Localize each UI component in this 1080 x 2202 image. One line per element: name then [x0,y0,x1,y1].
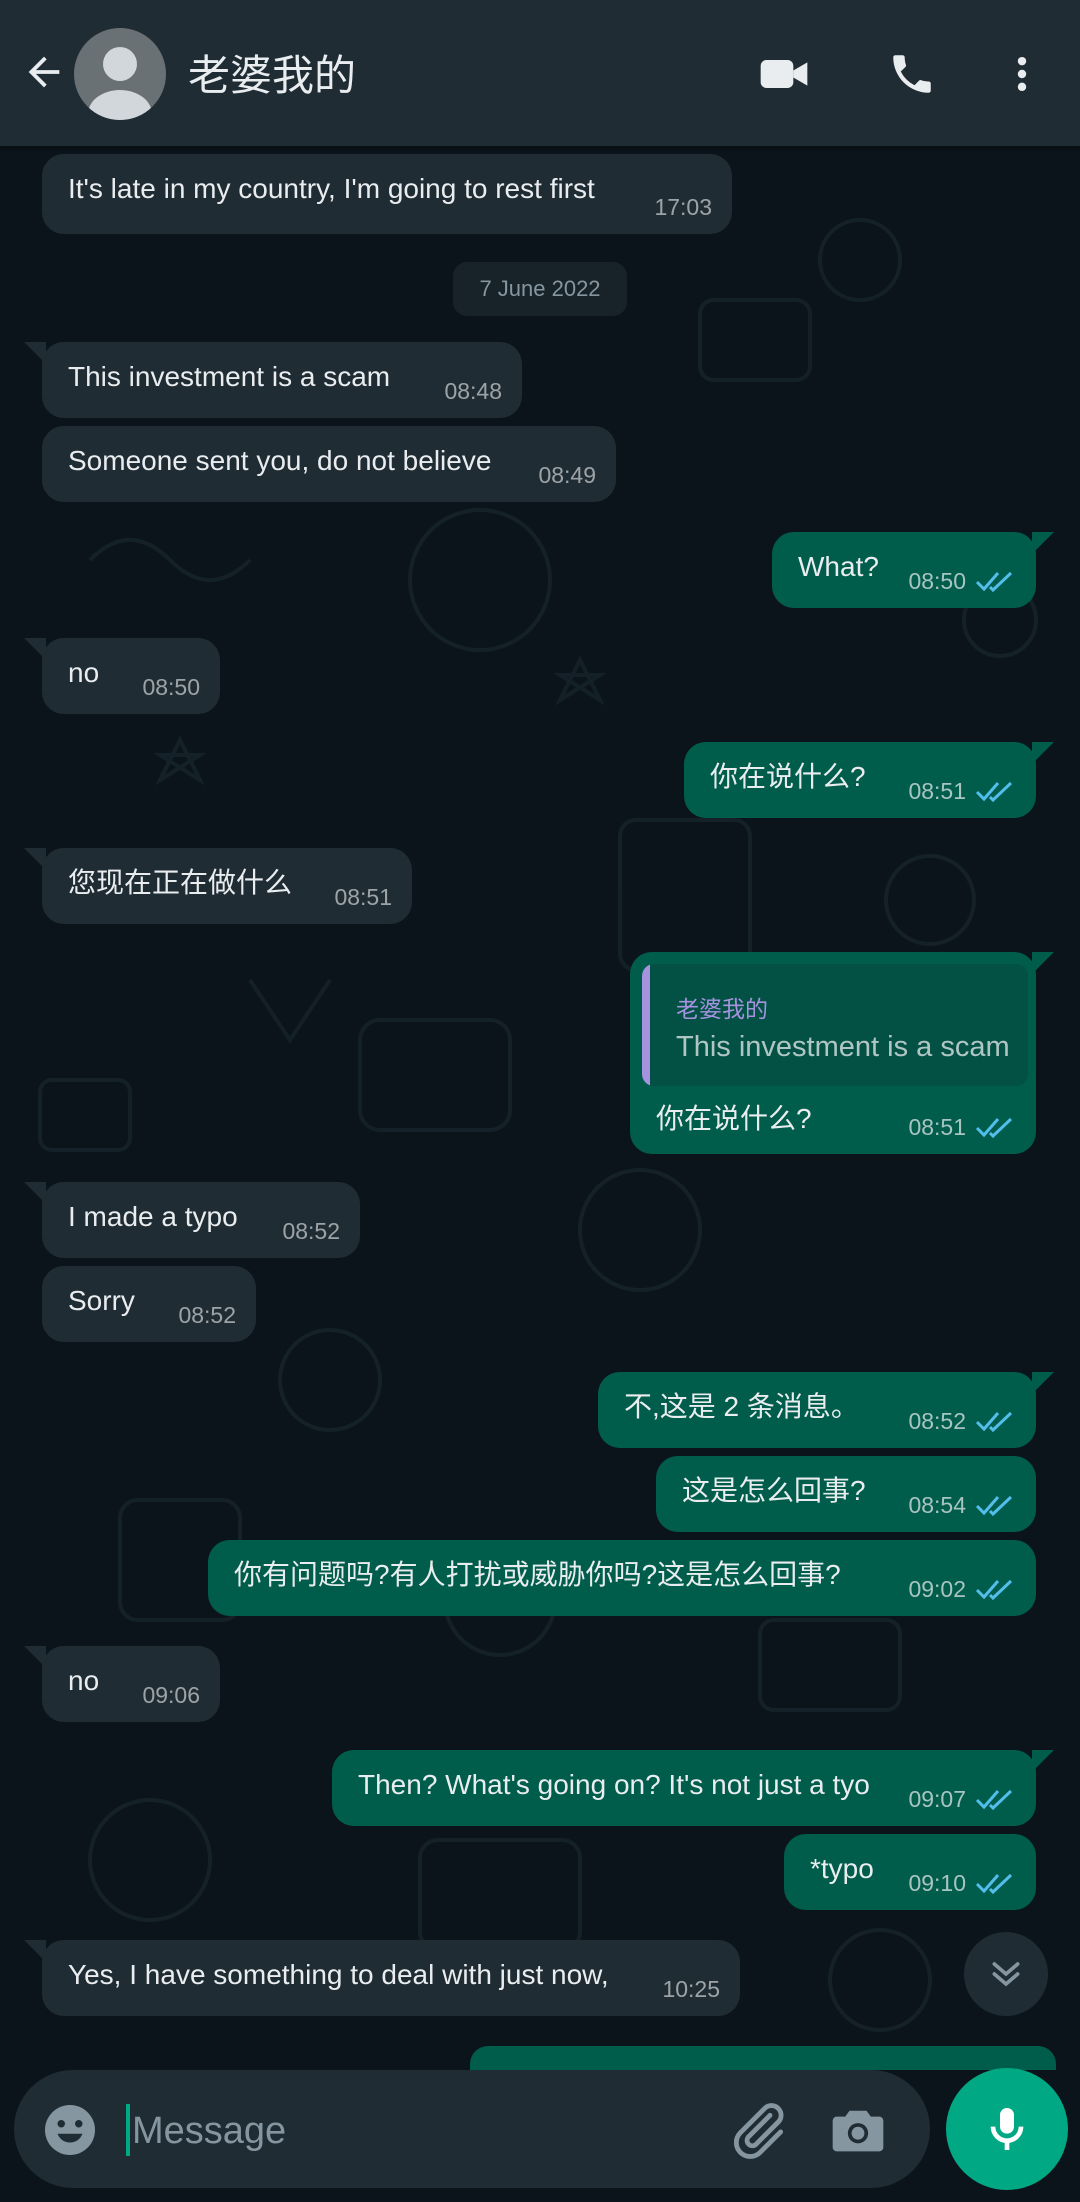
double-check-icon [975,1411,1013,1433]
message-text: *typo [810,1853,874,1884]
scroll-to-bottom-button[interactable] [964,1932,1048,2016]
microphone-icon [990,2108,1024,2150]
message-time: 08:49 [538,462,596,488]
video-call-icon [760,60,808,88]
quote-bar [642,964,650,1086]
message-text: 你有问题吗?有人打扰或威胁你吗?这是怎么回事? [234,1559,841,1590]
message-time: 09:02 [908,1576,966,1602]
message-text: no [68,657,100,688]
message-outgoing[interactable]: 不,这是 2 条消息。 08:52 [598,1372,1054,1448]
quote-text: This investment is a scam [676,1031,1010,1063]
back-button[interactable] [16,42,72,102]
message-text: 你在说什么? [710,761,866,792]
chat-header: 老婆我的 [0,0,1080,146]
message-outgoing[interactable]: Then? What's going on? It's not just a t… [332,1750,1054,1826]
message-text: Then? What's going on? It's not just a t… [358,1769,870,1800]
quoted-message[interactable]: 老婆我的 This investment is a scam [642,964,1028,1086]
message-time: 08:48 [444,378,502,404]
message-text: no [68,1665,100,1696]
message-text: Yes, I have something to deal with just … [68,1959,609,1990]
message-time: 08:52 [908,1408,966,1434]
message-text: This investment is a scam [68,361,391,392]
message-time: 09:06 [142,1682,200,1708]
message-time: 08:51 [908,778,966,804]
message-incoming[interactable]: Sorry 08:52 [42,1266,256,1342]
message-outgoing-partial[interactable] [470,2046,1056,2070]
message-text: 你在说什么? [656,1103,812,1134]
camera-icon[interactable] [826,2098,890,2162]
voice-message-button[interactable] [946,2068,1068,2190]
message-incoming[interactable]: This investment is a scam 08:48 [24,342,522,418]
video-call-button[interactable] [752,42,816,106]
avatar-icon [88,47,152,120]
message-text: 不,这是 2 条消息。 [624,1391,859,1422]
scroll-down-icon [992,1962,1020,1987]
double-check-icon [975,781,1013,803]
message-incoming[interactable]: no 09:06 [24,1646,220,1722]
double-check-icon [975,1789,1013,1811]
double-check-icon [975,571,1013,593]
message-time: 08:52 [282,1218,340,1244]
message-outgoing[interactable]: 你在说什么? 08:51 [684,742,1054,818]
message-text: What? [798,551,879,582]
message-time: 08:50 [142,674,200,700]
message-text: Someone sent you, do not believe [68,445,492,476]
message-incoming[interactable]: Someone sent you, do not believe 08:49 [42,426,616,502]
message-time: 08:51 [334,884,392,910]
message-text: It's late in my country, I'm going to re… [68,173,595,204]
phone-call-icon [893,55,931,93]
double-check-icon [975,1495,1013,1517]
message-outgoing[interactable]: *typo 09:10 [784,1834,1036,1910]
message-outgoing[interactable]: 你有问题吗?有人打扰或威胁你吗?这是怎么回事? 09:02 [208,1540,1036,1616]
message-outgoing[interactable]: 这是怎么回事? 08:54 [656,1456,1036,1532]
voice-call-button[interactable] [880,42,944,106]
message-outgoing-reply[interactable]: 老婆我的 This investment is a scam 你在说什么? 08… [630,952,1054,1154]
message-time: 10:25 [662,1976,720,2002]
message-time: 09:07 [908,1786,966,1812]
double-check-icon [975,1117,1013,1139]
message-input[interactable] [130,2100,694,2162]
message-list[interactable]: It's late in my country, I'm going to re… [0,146,1080,2056]
message-time: 08:54 [908,1492,966,1518]
message-time: 08:52 [178,1302,236,1328]
message-time: 08:51 [908,1114,966,1140]
avatar[interactable] [74,28,166,120]
contact-name[interactable]: 老婆我的 [188,42,356,103]
message-incoming[interactable]: It's late in my country, I'm going to re… [42,154,732,234]
quote-author: 老婆我的 [676,996,768,1022]
date-chip: 7 June 2022 [453,262,627,316]
message-incoming[interactable]: I made a typo 08:52 [24,1182,360,1258]
message-text: 您现在正在做什么 [68,867,293,898]
emoji-icon[interactable] [40,2100,100,2160]
message-time: 17:03 [654,194,712,220]
message-incoming[interactable]: no 08:50 [24,638,220,714]
double-check-icon [975,1579,1013,1601]
message-time: 09:10 [908,1870,966,1896]
message-time: 08:50 [908,568,966,594]
attach-icon[interactable] [726,2098,790,2162]
message-text: I made a typo [68,1201,238,1232]
message-text: 这是怎么回事? [682,1475,866,1506]
message-text: Sorry [68,1285,135,1316]
double-check-icon [975,1873,1013,1895]
more-options-icon [1017,56,1027,92]
back-arrow-icon [28,56,60,88]
message-composer [14,2070,930,2188]
message-incoming[interactable]: Yes, I have something to deal with just … [24,1940,740,2016]
message-outgoing[interactable]: What? 08:50 [772,532,1054,608]
message-incoming[interactable]: 您现在正在做什么 08:51 [24,848,412,924]
more-options-button[interactable] [990,42,1054,106]
